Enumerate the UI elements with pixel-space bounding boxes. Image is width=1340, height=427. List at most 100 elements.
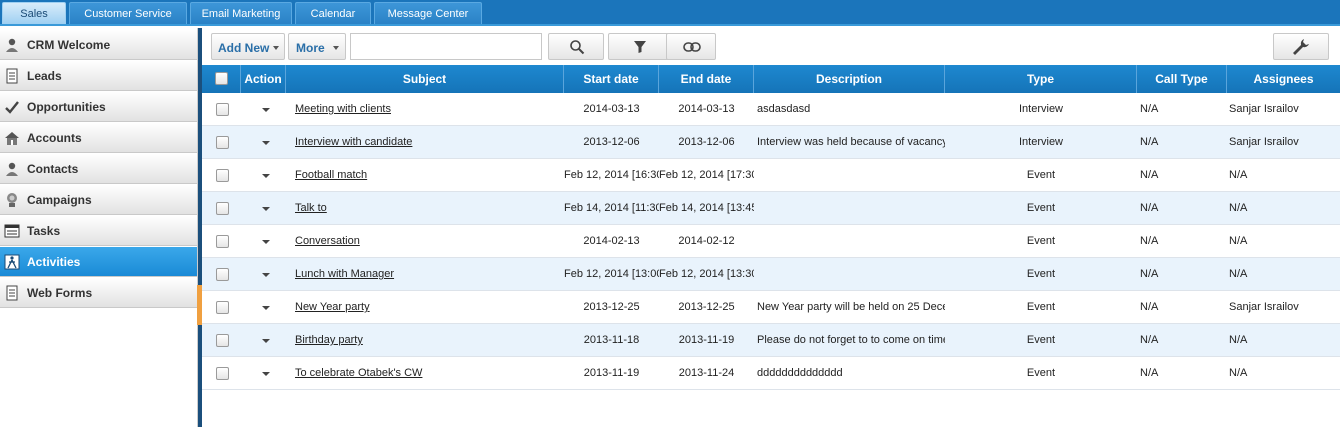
row-end-date: 2014-02-12 (659, 225, 754, 258)
table-row[interactable]: Interview with candidate 2013-12-06 2013-1… (202, 126, 1340, 159)
table-row[interactable]: Conversation 2014-02-13 2014-02-12 Event N/A… (202, 225, 1340, 258)
row-subject-link-text[interactable]: Meeting with clients (295, 103, 391, 115)
sidebar-item-crm-welcome[interactable]: CRM Welcome (0, 30, 197, 60)
header-start-date[interactable]: Start date (564, 65, 659, 93)
row-start-date-text: 2014-03-13 (583, 103, 640, 115)
row-subject-link[interactable]: Interview with candidate (295, 126, 560, 159)
row-description: Please do not forget to to come on time … (757, 324, 945, 357)
row-subject-link-text[interactable]: Football match (295, 169, 367, 181)
tab-calendar[interactable]: Calendar (295, 2, 371, 24)
row-action-dropdown-icon[interactable] (262, 372, 270, 376)
header-subject[interactable]: Subject (286, 65, 564, 93)
table-row[interactable]: New Year party 2013-12-25 2013-12-25 New Ye… (202, 291, 1340, 324)
table-row[interactable]: Meeting with clients 2014-03-13 2014-03-13… (202, 93, 1340, 126)
select-all-checkbox[interactable] (215, 72, 228, 85)
row-subject-link[interactable]: Meeting with clients (295, 93, 560, 126)
tab-message-center[interactable]: Message Center (374, 2, 482, 24)
row-type-text: Event (1026, 169, 1056, 181)
row-subject-link[interactable]: Conversation (295, 225, 560, 258)
table-row[interactable]: Talk to Feb 14, 2014 [11:30 Feb 14, 2014 [… (202, 192, 1340, 225)
row-end-date-text: 2014-03-13 (678, 103, 735, 115)
row-call-type-text: N/A (1140, 268, 1159, 280)
tab-email-marketing[interactable]: Email Marketing (190, 2, 292, 24)
sidebar-item-activities[interactable]: Activities (0, 247, 197, 277)
user-home-icon (6, 38, 18, 52)
more-button[interactable]: More (288, 33, 346, 60)
row-assignees-text: N/A (1229, 334, 1248, 346)
row-assignees: N/A (1229, 258, 1340, 291)
header-description[interactable]: Description (754, 65, 945, 93)
row-action-dropdown-icon[interactable] (262, 306, 270, 310)
tab-sales[interactable]: Sales (2, 2, 66, 24)
row-action-dropdown-icon[interactable] (262, 240, 270, 244)
more-label: More (296, 41, 325, 55)
row-action-dropdown-icon[interactable] (262, 108, 270, 112)
row-assignees: N/A (1229, 159, 1340, 192)
row-subject-link-text[interactable]: New Year party (295, 301, 370, 313)
row-action-dropdown-icon[interactable] (262, 273, 270, 277)
reset-button[interactable] (666, 33, 716, 60)
row-subject-link-text[interactable]: Interview with candidate (295, 136, 412, 148)
row-end-date-text: 2014-02-12 (678, 235, 735, 247)
sidebar-item-opportunities[interactable]: Opportunities (0, 92, 197, 122)
row-checkbox[interactable] (216, 268, 229, 281)
row-assignees-text: N/A (1229, 235, 1248, 247)
sidebar-item-leads[interactable]: Leads (0, 61, 197, 91)
row-checkbox[interactable] (216, 103, 229, 116)
row-description (757, 225, 945, 258)
filter-button[interactable] (608, 33, 672, 60)
header-assignees[interactable]: Assignees (1227, 65, 1340, 93)
row-action-dropdown-icon[interactable] (262, 141, 270, 145)
row-subject-link-text[interactable]: Lunch with Manager (295, 268, 394, 280)
row-checkbox[interactable] (216, 334, 229, 347)
row-subject-link[interactable]: To celebrate Otabek's CW (295, 357, 560, 390)
row-subject-link-text[interactable]: Birthday party (295, 334, 363, 346)
row-subject-link[interactable]: Talk to (295, 192, 560, 225)
row-type: Event (945, 192, 1137, 225)
sidebar-item-contacts[interactable]: Contacts (0, 154, 197, 184)
row-checkbox[interactable] (216, 169, 229, 182)
header-select-all[interactable] (202, 65, 241, 93)
header-action[interactable]: Action (241, 65, 286, 93)
table-row[interactable]: To celebrate Otabek's CW 2013-11-19 2013-1… (202, 357, 1340, 390)
row-action-dropdown-icon[interactable] (262, 207, 270, 211)
table-row[interactable]: Birthday party 2013-11-18 2013-11-19 Please… (202, 324, 1340, 357)
row-checkbox[interactable] (216, 367, 229, 380)
row-description: asdasdasd (757, 93, 945, 126)
row-subject-link-text[interactable]: Talk to (295, 202, 327, 214)
header-type[interactable]: Type (945, 65, 1137, 93)
header-call-type[interactable]: Call Type (1137, 65, 1227, 93)
row-call-type-text: N/A (1140, 103, 1159, 115)
sidebar-item-web-forms[interactable]: Web Forms (0, 278, 197, 308)
row-action-dropdown-icon[interactable] (262, 174, 270, 178)
add-new-button[interactable]: Add New (211, 33, 285, 60)
row-action-dropdown-icon[interactable] (262, 339, 270, 343)
row-checkbox[interactable] (216, 235, 229, 248)
row-subject-link[interactable]: Lunch with Manager (295, 258, 560, 291)
tab-customer-service[interactable]: Customer Service (69, 2, 187, 24)
row-checkbox[interactable] (216, 202, 229, 215)
chevron-down-icon (273, 46, 279, 50)
table-row[interactable]: Lunch with Manager Feb 12, 2014 [13:00 Feb… (202, 258, 1340, 291)
sidebar-item-accounts[interactable]: Accounts (0, 123, 197, 153)
row-subject-link[interactable]: New Year party (295, 291, 560, 324)
settings-button[interactable] (1273, 33, 1329, 60)
sidebar-item-tasks[interactable]: Tasks (0, 216, 197, 246)
row-type-text: Event (1026, 202, 1056, 214)
row-subject-link[interactable]: Football match (295, 159, 560, 192)
search-button[interactable] (548, 33, 604, 60)
row-description-text: Please do not forget to to come on time … (757, 334, 945, 346)
sidebar-item-label: Leads (27, 69, 62, 83)
row-subject-link[interactable]: Birthday party (295, 324, 560, 357)
table-row[interactable]: Football match Feb 12, 2014 [16:30 Feb 12,… (202, 159, 1340, 192)
row-end-date-text: 2013-11-24 (678, 367, 735, 379)
header-end-date[interactable]: End date (659, 65, 754, 93)
row-subject-link-text[interactable]: To celebrate Otabek's CW (295, 367, 422, 379)
row-subject-link-text[interactable]: Conversation (295, 235, 360, 247)
row-checkbox[interactable] (216, 301, 229, 314)
row-description: New Year party will be held on 25 Decem (757, 291, 945, 324)
sidebar-item-campaigns[interactable]: Campaigns (0, 185, 197, 215)
row-checkbox[interactable] (216, 136, 229, 149)
search-input[interactable] (350, 33, 542, 60)
row-start-date: 2013-11-18 (564, 324, 659, 357)
